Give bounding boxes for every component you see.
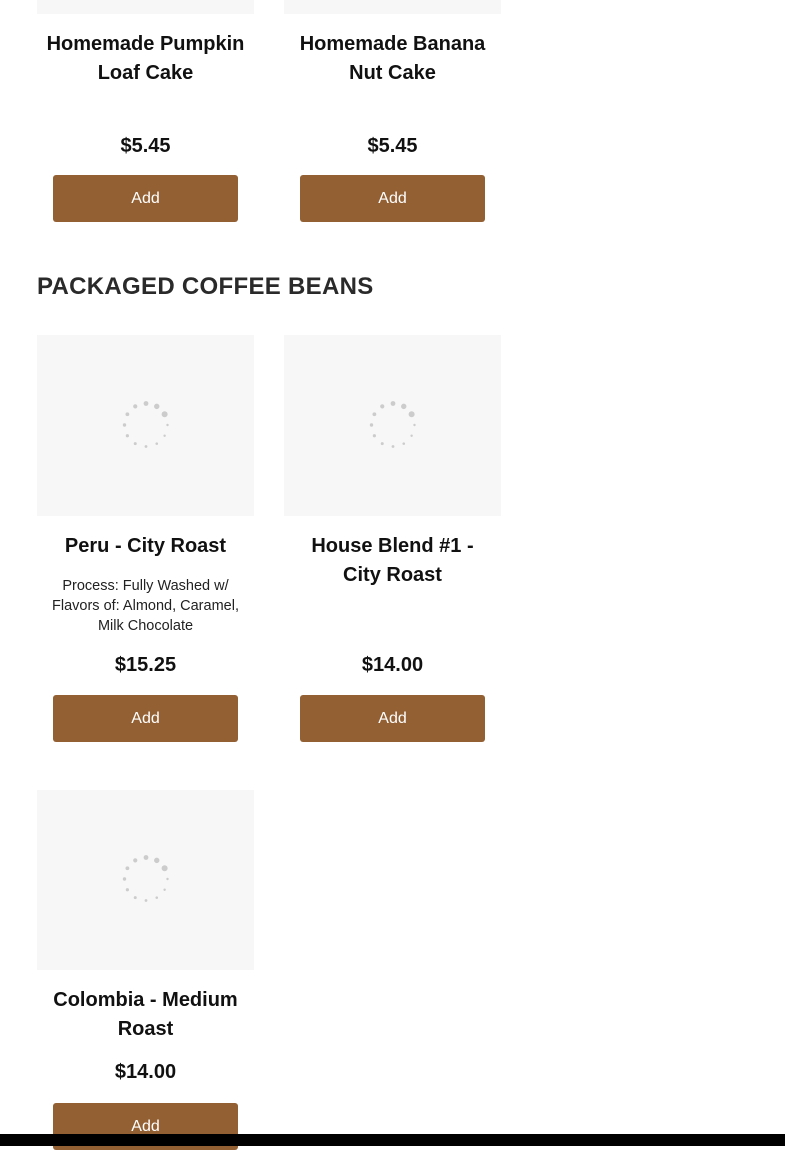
loading-spinner-icon xyxy=(122,855,169,902)
loading-spinner-icon xyxy=(369,401,416,448)
add-to-cart-button[interactable]: Add xyxy=(53,695,238,742)
product-price: $5.45 xyxy=(367,135,418,157)
product-name: Homemade Banana Nut Cake xyxy=(299,33,486,84)
product-price: $5.45 xyxy=(120,135,171,157)
product-image-placeholder xyxy=(284,0,501,14)
product-name: Colombia - Medium Roast xyxy=(53,989,238,1040)
product-image-placeholder[interactable] xyxy=(284,335,501,516)
product-image-placeholder xyxy=(37,0,254,14)
section-title-packaged-coffee-beans: PACKAGED COFFEE BEANS xyxy=(37,273,374,300)
product-name: House Blend #1 - City Roast xyxy=(311,535,474,586)
loading-spinner-icon xyxy=(122,401,169,448)
bottom-edge-bar xyxy=(0,1134,785,1146)
product-price: $14.00 xyxy=(361,654,424,676)
add-to-cart-button[interactable]: Add xyxy=(300,175,485,222)
product-price: $14.00 xyxy=(114,1061,177,1083)
product-description: Process: Fully Washed w/ Flavors of: Alm… xyxy=(52,578,239,634)
add-to-cart-button[interactable]: Add xyxy=(53,175,238,222)
product-price: $15.25 xyxy=(114,654,177,676)
product-image-placeholder[interactable] xyxy=(37,335,254,516)
product-name: Homemade Pumpkin Loaf Cake xyxy=(46,33,245,84)
product-name: Peru - City Roast xyxy=(64,535,227,557)
add-to-cart-button[interactable]: Add xyxy=(300,695,485,742)
product-image-placeholder[interactable] xyxy=(37,790,254,970)
